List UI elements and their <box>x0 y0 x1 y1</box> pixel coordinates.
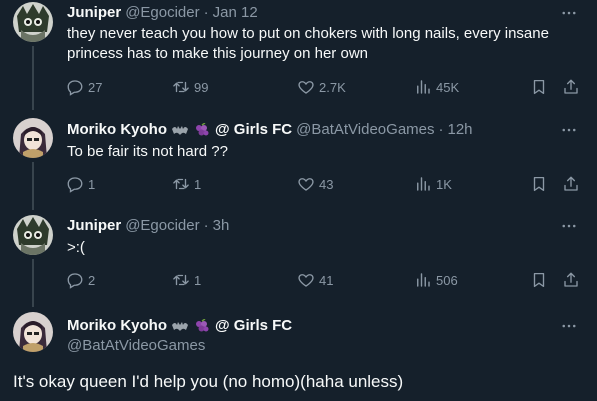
tweet-text: It's okay queen I'd help you (no homo)(h… <box>13 372 404 391</box>
retweet-count: 1 <box>194 272 202 288</box>
views-icon <box>414 271 436 289</box>
tweet-text-line: princess has to make this journey on her… <box>67 45 368 62</box>
tweet-header: Moriko Kyoho @ Girls FC @BatAtVideoGames… <box>67 120 473 140</box>
like-button[interactable]: 41 <box>297 268 333 292</box>
views-icon <box>414 78 436 96</box>
tweet-header: Juniper @Egocider · Jan 12 <box>67 3 258 23</box>
display-name[interactable]: Moriko Kyoho <box>67 316 167 336</box>
views-icon <box>414 175 436 193</box>
display-name-suffix[interactable]: @ Girls FC <box>215 120 292 140</box>
more-icon[interactable] <box>559 316 579 336</box>
bookmark-icon[interactable] <box>530 172 552 196</box>
grapes-emoji-icon <box>193 123 211 137</box>
retweet-icon <box>172 78 194 96</box>
retweet-icon <box>172 271 194 289</box>
timestamp[interactable]: 12h <box>448 120 473 140</box>
share-icon[interactable] <box>562 268 584 292</box>
reply-button[interactable]: 1 <box>66 172 95 196</box>
bat-emoji-icon <box>171 319 189 333</box>
timestamp[interactable]: Jan 12 <box>213 3 258 23</box>
views-count: 1K <box>436 176 452 192</box>
retweet-button[interactable]: 1 <box>172 268 201 292</box>
more-icon[interactable] <box>559 3 579 23</box>
tweet[interactable]: Juniper @Egocider · 3h >:( 2 1 41 506 <box>0 208 597 304</box>
focused-tweet[interactable]: Moriko Kyoho @ Girls FC @BatAtVideoGames… <box>0 304 597 401</box>
bookmark-icon[interactable] <box>530 75 552 99</box>
avatar[interactable] <box>13 2 53 42</box>
tweet-text: To be fair its not hard ?? <box>67 143 228 160</box>
grapes-emoji-icon <box>193 319 211 333</box>
separator-dot: · <box>438 121 444 138</box>
views-count: 506 <box>436 272 458 288</box>
avatar[interactable] <box>13 215 53 255</box>
retweet-button[interactable]: 1 <box>172 172 201 196</box>
action-bar: 27 99 2.7K 45K <box>60 75 597 99</box>
share-icon[interactable] <box>562 75 584 99</box>
bat-emoji-icon <box>171 123 189 137</box>
reply-button[interactable]: 2 <box>66 268 95 292</box>
display-name-suffix[interactable]: @ Girls FC <box>215 316 292 336</box>
user-handle[interactable]: @BatAtVideoGames <box>67 336 205 356</box>
user-handle[interactable]: @Egocider <box>125 3 199 23</box>
retweet-count: 1 <box>194 176 202 192</box>
tweet-text: >:( <box>67 239 85 256</box>
retweet-icon <box>172 175 194 193</box>
views-button[interactable]: 1K <box>414 172 452 196</box>
like-button[interactable]: 43 <box>297 172 333 196</box>
like-count: 43 <box>319 176 334 192</box>
display-name[interactable]: Juniper <box>67 216 121 236</box>
avatar[interactable] <box>13 312 53 352</box>
action-bar: 2 1 41 506 <box>60 268 597 292</box>
share-icon[interactable] <box>562 172 584 196</box>
like-icon <box>297 78 319 96</box>
user-handle[interactable]: @BatAtVideoGames <box>296 120 434 140</box>
reply-icon <box>66 271 88 289</box>
tweet-header: Juniper @Egocider · 3h <box>67 216 229 236</box>
separator-dot: · <box>203 217 209 234</box>
like-icon <box>297 175 319 193</box>
display-name[interactable]: Juniper <box>67 3 121 23</box>
reply-icon <box>66 175 88 193</box>
tweet[interactable]: Moriko Kyoho @ Girls FC @BatAtVideoGames… <box>0 112 597 208</box>
views-button[interactable]: 506 <box>414 268 458 292</box>
retweet-button[interactable]: 99 <box>172 75 208 99</box>
views-count: 45K <box>436 79 460 95</box>
bookmark-icon[interactable] <box>530 268 552 292</box>
reply-count: 27 <box>88 79 103 95</box>
tweet-text: they never teach you how to put on choke… <box>67 24 577 64</box>
user-handle[interactable]: @Egocider <box>125 216 199 236</box>
separator-dot: · <box>203 4 209 21</box>
conversation-thread: Juniper @Egocider · Jan 12 they never te… <box>0 0 597 401</box>
tweet-header: Moriko Kyoho @ Girls FC <box>67 316 292 336</box>
like-icon <box>297 271 319 289</box>
reply-count: 2 <box>88 272 96 288</box>
like-button[interactable]: 2.7K <box>297 75 346 99</box>
views-button[interactable]: 45K <box>414 75 459 99</box>
tweet-text-line: they never teach you how to put on choke… <box>67 25 549 42</box>
reply-icon <box>66 78 88 96</box>
action-bar: 1 1 43 1K <box>60 172 597 196</box>
more-icon[interactable] <box>559 120 579 140</box>
display-name[interactable]: Moriko Kyoho <box>67 120 167 140</box>
like-count: 41 <box>319 272 334 288</box>
retweet-count: 99 <box>194 79 209 95</box>
more-icon[interactable] <box>559 216 579 236</box>
reply-count: 1 <box>88 176 96 192</box>
reply-button[interactable]: 27 <box>66 75 102 99</box>
timestamp[interactable]: 3h <box>213 216 230 236</box>
avatar[interactable] <box>13 118 53 158</box>
tweet[interactable]: Juniper @Egocider · Jan 12 they never te… <box>0 0 597 108</box>
like-count: 2.7K <box>319 79 346 95</box>
